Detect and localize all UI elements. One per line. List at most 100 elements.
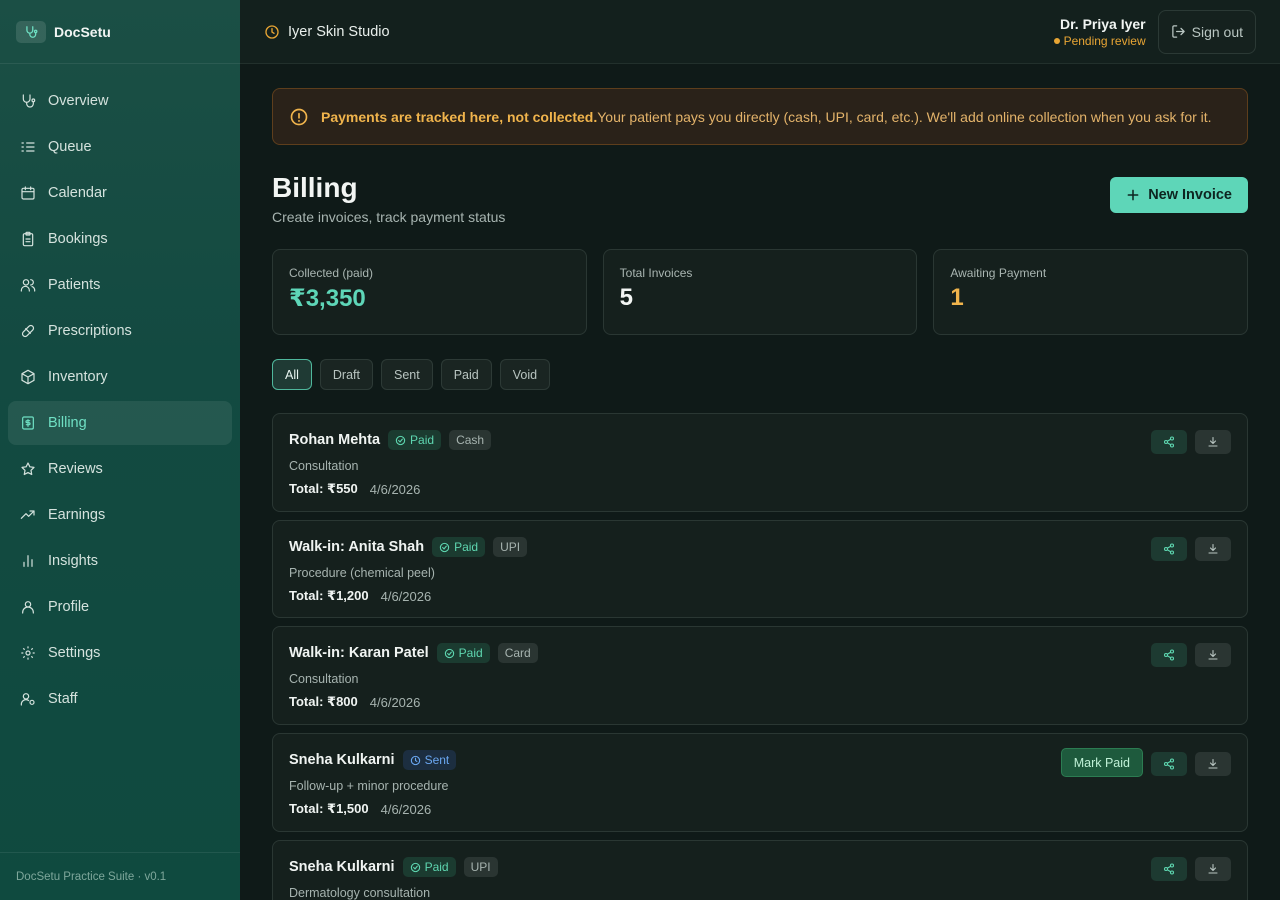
banner-title: Payments are tracked here, not collected… [321,108,598,125]
sidebar-item-overview[interactable]: Overview [8,79,232,123]
sidebar-item-bookings[interactable]: Bookings [8,217,232,261]
payment-method-badge: UPI [463,857,498,877]
invoice-description: Procedure (chemical peel) [289,566,435,580]
sign-out-button[interactable]: Sign out [1157,9,1256,54]
status-badge: Paid [432,537,486,557]
filter-void[interactable]: Void [499,359,551,390]
status-label: Sent [424,753,450,767]
filter-draft[interactable]: Draft [319,359,373,390]
calendar-icon [20,185,36,201]
sidebar-item-profile[interactable]: Profile [8,585,232,629]
share-icon [1163,436,1175,448]
user-name: Dr. Priya Iyer [1060,15,1146,32]
invoice-total: Total: ₹550 [289,481,358,496]
invoice-list: Rohan Mehta Paid Cash Consultation Total… [272,413,1248,900]
invoice-total: Total: ₹800 [289,694,358,709]
receipt-icon [20,415,36,431]
invoice-card[interactable]: Sneha Kulkarni Paid UPI Dermatology cons… [272,840,1248,900]
download-button[interactable] [1195,537,1231,561]
sidebar-item-prescriptions[interactable]: Prescriptions [8,309,232,353]
invoice-date: 4/6/2026 [369,481,421,497]
topbar: Iyer Skin Studio Dr. Priya Iyer Pending … [240,0,1280,64]
invoice-patient-name: Rohan Mehta [289,432,381,448]
sidebar-item-earnings[interactable]: Earnings [8,493,232,537]
stethoscope-icon [20,93,36,109]
sidebar-item-label: Patients [48,277,101,293]
brand[interactable]: DocSetu [0,0,240,64]
check-circle-icon [444,648,455,659]
list-icon [20,139,36,155]
page-subtitle: Create invoices, track payment status [272,209,506,225]
share-button[interactable] [1151,430,1187,454]
stat-label: Collected (paid) [289,266,374,280]
share-icon [1163,543,1175,555]
sidebar-item-inventory[interactable]: Inventory [8,355,232,399]
pill-icon [20,323,36,339]
stat-value: 5 [619,284,634,311]
new-invoice-label: New Invoice [1148,187,1232,203]
download-button[interactable] [1195,643,1231,667]
status-badge: Paid [388,430,442,450]
sidebar-item-label: Bookings [48,231,108,247]
share-button[interactable] [1151,537,1187,561]
new-invoice-button[interactable]: New Invoice [1110,177,1248,213]
download-icon [1208,758,1218,769]
sign-out-label: Sign out [1191,23,1243,40]
invoice-card[interactable]: Walk-in: Anita Shah Paid UPI Procedure (… [272,520,1248,618]
download-button[interactable] [1195,857,1231,881]
invoice-total: Total: ₹1,500 [289,801,369,816]
star-icon [20,461,36,477]
sidebar-item-label: Overview [48,93,109,109]
share-button[interactable] [1151,857,1187,881]
users-icon [20,277,36,293]
status-text: Pending review [1063,33,1146,48]
sidebar-item-label: Reviews [48,461,103,477]
share-button[interactable] [1151,751,1187,776]
invoice-patient-name: Sneha Kulkarni [289,752,395,768]
download-button[interactable] [1195,751,1231,776]
sidebar-item-insights[interactable]: Insights [8,539,232,583]
invoice-card[interactable]: Sneha Kulkarni Sent Follow-up + minor pr… [272,733,1248,832]
share-icon [1163,863,1175,875]
sidebar-item-label: Calendar [48,185,107,201]
invoice-date: 4/6/2026 [380,801,432,817]
mark-paid-button[interactable]: Mark Paid [1060,748,1143,777]
invoice-date: 4/6/2026 [369,694,421,710]
alert-circle-icon [289,107,309,127]
sidebar-item-queue[interactable]: Queue [8,125,232,169]
clipboard-icon [20,231,36,247]
sidebar-item-settings[interactable]: Settings [8,631,232,675]
banner-text: Your patient pays you directly (cash, UP… [597,108,1212,125]
sidebar-item-reviews[interactable]: Reviews [8,447,232,491]
invoice-patient-name: Walk-in: Karan Patel [289,645,429,661]
filter-all[interactable]: All [272,359,312,390]
download-icon [1208,543,1218,554]
invoice-description: Consultation [289,672,359,686]
sidebar-item-billing[interactable]: Billing [8,401,232,445]
status-dot [1053,37,1060,44]
user-info: Dr. Priya Iyer Pending review [1053,15,1146,48]
clinic-name: Iyer Skin Studio [288,23,390,40]
user-cog-icon [20,691,36,707]
sidebar-item-label: Profile [48,599,90,615]
sidebar-item-label: Settings [48,645,101,661]
download-button[interactable] [1195,430,1231,454]
main-content: Payments are tracked here, not collected… [272,88,1249,900]
status-label: Paid [458,646,483,660]
info-banner: Payments are tracked here, not collected… [272,88,1248,145]
stat-card-collected: Collected (paid) ₹3,350 [272,249,587,335]
invoice-card[interactable]: Walk-in: Karan Patel Paid Card Consultat… [272,626,1248,725]
sidebar-item-calendar[interactable]: Calendar [8,171,232,215]
sidebar-item-patients[interactable]: Patients [8,263,232,307]
download-icon [1208,649,1218,660]
sidebar-item-staff[interactable]: Staff [8,677,232,721]
sidebar-item-label: Inventory [48,369,108,385]
filter-sent[interactable]: Sent [381,359,433,390]
invoice-card[interactable]: Rohan Mehta Paid Cash Consultation Total… [272,413,1248,512]
status-label: Paid [424,860,449,874]
filter-paid[interactable]: Paid [440,359,492,390]
invoice-patient-name: Sneha Kulkarni [289,859,395,875]
invoice-total: Total: ₹1,200 [289,588,369,603]
share-button[interactable] [1151,643,1187,667]
clinic-selector[interactable]: Iyer Skin Studio [264,24,390,40]
